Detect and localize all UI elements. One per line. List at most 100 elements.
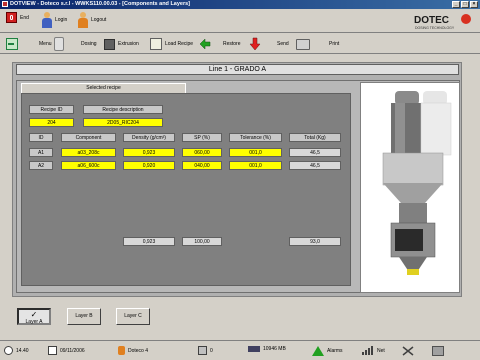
maximize-button[interactable]: □ <box>461 1 469 8</box>
status-net: Net <box>377 347 385 354</box>
power-icon <box>6 12 17 23</box>
clock-icon <box>4 346 13 355</box>
menu-button[interactable]: Menu <box>6 36 52 52</box>
dosing-hopper-icon <box>54 37 64 51</box>
row-a2-density[interactable]: 0,920 <box>123 161 175 170</box>
key-user-icon <box>42 12 52 28</box>
alarm-triangle-icon <box>312 346 324 356</box>
top-toolbar: End Login Logout DOTEC DOSING TECHNOLOGY <box>0 9 480 33</box>
calendar: 09/11/2006 <box>48 346 85 355</box>
load-recipe-label: Load Recipe <box>165 41 194 47</box>
signal-bars-icon <box>362 346 374 355</box>
tab-selected-recipe[interactable]: Selected recipe <box>21 83 186 93</box>
row-a1-tolerance[interactable]: 001,0 <box>229 148 282 157</box>
total-weight: 93,0 <box>289 237 341 246</box>
recipe-id-label: Recipe ID <box>29 105 74 114</box>
minimize-button[interactable]: _ <box>452 1 460 8</box>
login-label: Login <box>55 17 68 23</box>
logout-label: Logout <box>91 17 107 23</box>
layer-a-label: Layer A <box>25 319 43 325</box>
row-a2-id: A2 <box>29 161 53 170</box>
recipe-description-value: 2D05_RIC204 <box>83 118 163 127</box>
print-button[interactable]: Print <box>296 36 339 52</box>
app-icon <box>2 1 8 7</box>
alarms-indicator[interactable]: Alarms <box>312 346 343 356</box>
window-titlebar: DOTVIEW - Doteco s.r.l - WWKS110.00.03 -… <box>0 0 480 9</box>
status-sys: 0 <box>210 347 213 354</box>
row-a2-total: 46,5 <box>289 161 341 170</box>
layer-c-button[interactable]: Layer C <box>116 308 150 325</box>
system-status: 0 <box>198 346 213 355</box>
user-logout-icon <box>78 12 88 28</box>
status-alarms: Alarms <box>327 348 343 354</box>
line-title: Line 1 - GRADO A <box>16 64 459 75</box>
layer-b-button[interactable]: Layer B <box>67 308 101 325</box>
net-indicator: Net <box>362 346 385 355</box>
status-date: 09/11/2006 <box>60 347 85 354</box>
send-arrow-icon <box>248 37 262 51</box>
col-header-id: ID <box>29 133 53 142</box>
settings-indicator[interactable] <box>432 346 444 356</box>
status-bar: 14.40 09/11/2006 Doteco 4 0 10946 MB Ala… <box>0 340 480 360</box>
extrusion-label: Extrusion <box>118 41 139 47</box>
col-header-sp: SP (%) <box>182 133 222 142</box>
recipe-book-icon <box>150 38 162 50</box>
layer-a-button[interactable]: ✓ Layer A <box>17 308 51 325</box>
row-a1-density[interactable]: 0,923 <box>123 148 175 157</box>
dosing-label: Dosing <box>81 41 97 47</box>
clock: 14.40 <box>4 346 29 355</box>
main-toolbar: Menu Dosing Extrusion Load Recipe Restor… <box>0 34 480 54</box>
restore-arrow-icon <box>198 37 212 51</box>
send-label: Send <box>277 41 289 47</box>
end-label: End <box>20 14 29 21</box>
tools-icon <box>432 346 444 356</box>
network-cross-icon <box>402 346 414 356</box>
memory-status: 10946 MB <box>248 346 286 352</box>
load-recipe-button[interactable]: Load Recipe <box>150 36 193 52</box>
extruder-icon <box>104 38 115 50</box>
calendar-icon <box>48 346 57 355</box>
svg-text:DOSING TECHNOLOGY: DOSING TECHNOLOGY <box>415 26 455 30</box>
memory-chip-icon <box>248 346 260 352</box>
extrusion-button[interactable]: Extrusion <box>104 36 139 52</box>
user-icon <box>118 346 125 355</box>
col-header-component: Component <box>61 133 116 142</box>
row-a1-component[interactable]: a03_208c <box>61 148 116 157</box>
dosing-unit-image <box>360 82 460 293</box>
row-a2-tolerance[interactable]: 001,0 <box>229 161 282 170</box>
menu-label: Menu <box>39 41 52 47</box>
connection-indicator <box>402 346 414 356</box>
total-sp: 100,00 <box>182 237 222 246</box>
restore-button[interactable]: Restore <box>198 36 241 52</box>
row-a2-sp[interactable]: 040,00 <box>182 161 222 170</box>
current-user: Doteco 4 <box>118 346 148 355</box>
disk-icon <box>198 346 207 355</box>
svg-text:DOTEC: DOTEC <box>414 15 449 26</box>
print-label: Print <box>329 41 340 47</box>
status-user: Doteco 4 <box>128 347 149 354</box>
send-button[interactable]: Send <box>248 36 289 52</box>
col-header-tolerance: Tolerance (%) <box>229 133 282 142</box>
row-a1-total: 46,5 <box>289 148 341 157</box>
close-button[interactable]: × <box>470 1 478 8</box>
exit-door-icon <box>6 38 18 50</box>
row-a2-component[interactable]: a06_600c <box>61 161 116 170</box>
recipe-id-value: 204 <box>29 118 74 127</box>
total-density: 0,923 <box>123 237 175 246</box>
col-header-total: Total (Kg) <box>289 133 341 142</box>
logout-button[interactable]: Logout <box>78 12 106 28</box>
row-a1-sp[interactable]: 060,00 <box>182 148 222 157</box>
end-button[interactable]: End <box>6 12 29 23</box>
col-header-density: Density (g/cm³) <box>123 133 175 142</box>
status-memory: 10946 MB <box>263 346 286 352</box>
restore-label: Restore <box>223 41 241 47</box>
checkmark-icon: ✓ <box>30 310 38 319</box>
row-a1-id: A1 <box>29 148 53 157</box>
printer-icon <box>296 38 310 50</box>
dosing-button[interactable]: Dosing <box>54 36 97 52</box>
status-time: 14.40 <box>16 347 29 354</box>
recipe-description-label: Recipe description <box>83 105 163 114</box>
login-button[interactable]: Login <box>42 12 67 28</box>
doteco-logo: DOTEC DOSING TECHNOLOGY <box>412 12 474 31</box>
window-title: DOTVIEW - Doteco s.r.l - WWKS110.00.03 -… <box>10 1 191 7</box>
